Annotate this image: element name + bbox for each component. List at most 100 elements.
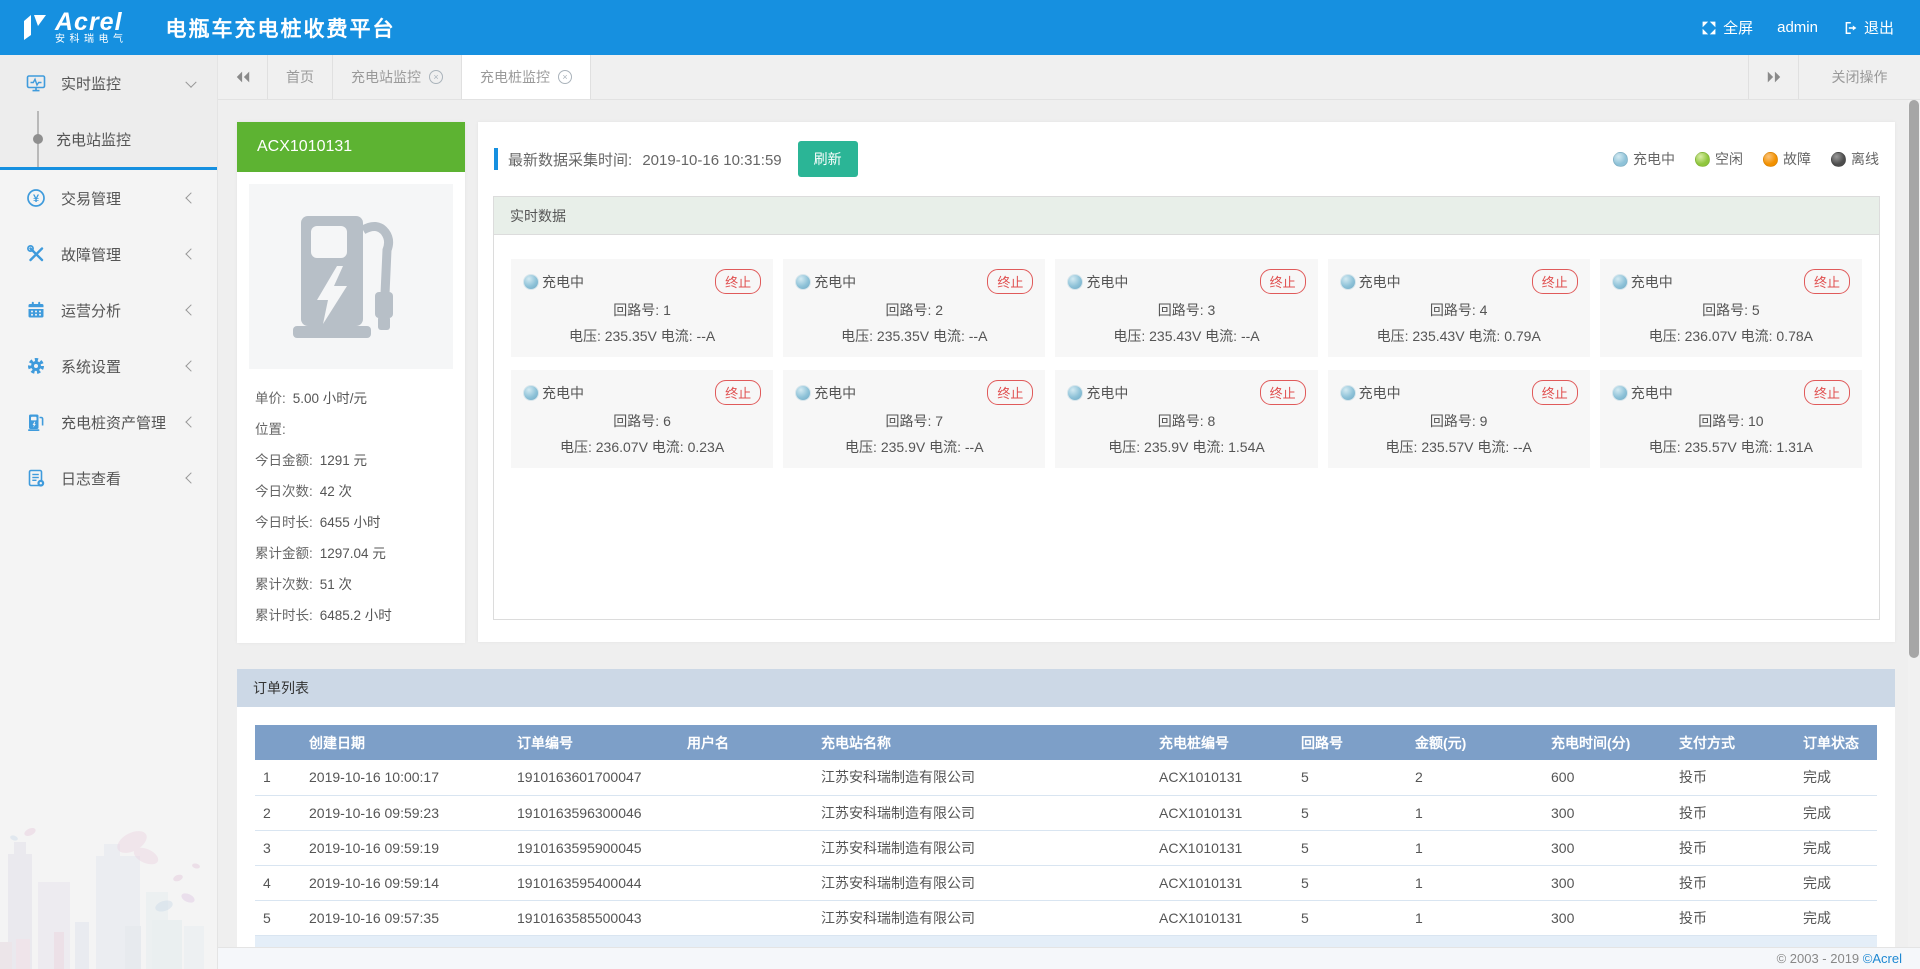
circuit-card-7: 充电中终止回路号: 7电压: 235.9V 电流: --A: [783, 370, 1045, 468]
circuit-voltage-current: 电压: 235.9V 电流: 1.54A: [1067, 437, 1305, 457]
sidebar-item-label: 系统设置: [61, 356, 121, 377]
logout-icon: [1842, 20, 1858, 36]
circuit-voltage-current: 电压: 235.35V 电流: --A: [795, 326, 1033, 346]
tabs-scroll-right-button[interactable]: [1748, 55, 1798, 99]
status-orb-icon: [1613, 152, 1628, 167]
close-operations-button[interactable]: 关闭操作: [1798, 55, 1920, 99]
tabs-scroll-left-button[interactable]: [218, 55, 268, 99]
tab-close-icon[interactable]: ×: [558, 70, 572, 84]
circuit-number: 回路号: 1: [523, 300, 761, 320]
user-menu[interactable]: admin: [1777, 19, 1818, 36]
table-cell: 投币: [1671, 760, 1795, 795]
stop-charging-button[interactable]: 终止: [1260, 269, 1306, 294]
charging-status-orb-icon: [523, 274, 539, 290]
sidebar-item-故障管理[interactable]: 故障管理: [0, 226, 217, 282]
tab-3[interactable]: 充电桩监控×: [462, 55, 591, 99]
tab-close-icon[interactable]: ×: [429, 70, 443, 84]
sidebar-item-运营分析[interactable]: 运营分析: [0, 282, 217, 338]
sidebar-item-系统设置[interactable]: 系统设置: [0, 338, 217, 394]
table-cell: 300: [1543, 830, 1671, 865]
stop-charging-button[interactable]: 终止: [1260, 380, 1306, 405]
stop-charging-button[interactable]: 终止: [987, 269, 1033, 294]
circuit-card-top: 充电中 终止: [1340, 269, 1578, 294]
circuit-card-top: 充电中终止: [795, 269, 1033, 294]
station-stat-line: 累计时长:6485.2 小时: [255, 598, 447, 629]
orders-column-header: 订单状态: [1795, 725, 1877, 760]
sidebar-item-交易管理[interactable]: ¥交易管理: [0, 170, 217, 226]
table-row: 22019-10-16 09:59:231910163596300046江苏安科…: [255, 795, 1877, 830]
orders-column-header: [255, 725, 301, 760]
double-chevron-right-icon: [1766, 70, 1782, 84]
scrollbar-thumb[interactable]: [1909, 100, 1919, 658]
circuit-card-8: 充电中终止回路号: 8电压: 235.9V 电流: 1.54A: [1055, 370, 1317, 468]
stop-charging-button[interactable]: 终止: [987, 380, 1033, 405]
acrel-footer-link[interactable]: ©Acrel: [1863, 951, 1902, 966]
table-cell: 1: [1407, 900, 1543, 935]
svg-text:¥: ¥: [33, 193, 40, 205]
stop-charging-button[interactable]: 终止: [1804, 269, 1850, 294]
tab-2[interactable]: 充电站监控×: [333, 55, 462, 99]
circuit-number: 回路号: 2: [795, 300, 1033, 320]
logout-label: 退出: [1864, 17, 1894, 38]
tab-1[interactable]: 首页: [268, 55, 333, 99]
table-cell: 完成: [1795, 900, 1877, 935]
fullscreen-button[interactable]: 全屏: [1701, 17, 1753, 38]
legend-item-故障: 故障: [1763, 149, 1811, 169]
refresh-button[interactable]: 刷新: [798, 141, 858, 177]
table-cell: 1910163595900045: [509, 830, 679, 865]
orders-column-header: 充电桩编号: [1151, 725, 1293, 760]
stop-charging-button[interactable]: 终止: [1532, 269, 1578, 294]
chevron-collapsed-icon: [185, 304, 196, 315]
table-cell: 5: [1293, 900, 1407, 935]
subitem-dot: [33, 134, 43, 144]
table-cell: 5: [1293, 830, 1407, 865]
station-id: ACX1010131: [237, 122, 465, 172]
table-cell: 5: [1293, 795, 1407, 830]
table-cell: 5: [1293, 865, 1407, 900]
logout-button[interactable]: 退出: [1842, 17, 1894, 38]
legend-label: 充电中: [1633, 149, 1675, 169]
vertical-scrollbar[interactable]: [1908, 100, 1920, 947]
charging-station-icon: [287, 208, 415, 346]
sidebar-item-充电桩资产管理[interactable]: 充电桩资产管理: [0, 394, 217, 450]
station-stat-line: 今日次数:42 次: [255, 474, 447, 505]
stop-charging-button[interactable]: 终止: [715, 269, 761, 294]
legend-item-充电中: 充电中: [1613, 149, 1675, 169]
table-cell: 4: [255, 865, 301, 900]
orders-table: 创建日期订单编号用户名充电站名称充电桩编号回路号金额(元)充电时间(分)支付方式…: [255, 725, 1877, 936]
sidebar-subitem-充电站监控[interactable]: 充电站监控: [0, 111, 217, 167]
stop-charging-button[interactable]: 终止: [715, 380, 761, 405]
circuit-card-10: 充电中终止回路号: 10电压: 235.57V 电流: 1.31A: [1600, 370, 1862, 468]
circuit-card-4: 充电中终止回路号: 4电压: 235.43V 电流: 0.79A: [1328, 259, 1590, 357]
stop-charging-button[interactable]: 终止: [1532, 380, 1578, 405]
table-cell: 2019-10-16 09:59:23: [301, 795, 509, 830]
stop-charging-button[interactable]: 终止: [1804, 380, 1850, 405]
tab-label: 首页: [286, 67, 314, 87]
stat-label: 累计金额:: [255, 542, 313, 562]
legend-label: 离线: [1851, 149, 1879, 169]
table-cell: 300: [1543, 795, 1671, 830]
sidebar-item-日志查看[interactable]: 日志查看: [0, 450, 217, 506]
legend-item-空闲: 空闲: [1695, 149, 1743, 169]
table-cell: 2: [1407, 760, 1543, 795]
table-row: 42019-10-16 09:59:141910163595400044江苏安科…: [255, 865, 1877, 900]
circuit-status-label: 充电中: [1359, 272, 1401, 292]
circuit-voltage-current: 电压: 235.57V 电流: 1.31A: [1612, 437, 1850, 457]
stat-label: 今日金额:: [255, 449, 313, 469]
legend-label: 空闲: [1715, 149, 1743, 169]
stat-label: 累计时长:: [255, 604, 313, 624]
sidebar-item-实时监控[interactable]: 实时监控: [0, 55, 217, 111]
stat-value: 5.00 小时/元: [293, 387, 367, 407]
table-cell: 投币: [1671, 900, 1795, 935]
charging-status-orb-icon: [1340, 385, 1356, 401]
stat-value: 1297.04 元: [320, 542, 386, 562]
transaction-icon: ¥: [26, 188, 46, 208]
table-cell: 3: [255, 830, 301, 865]
chevron-collapsed-icon: [185, 248, 196, 259]
table-cell: 2019-10-16 09:59:14: [301, 865, 509, 900]
table-cell: 1: [255, 760, 301, 795]
table-cell: 2: [255, 795, 301, 830]
city-skyline-watermark: [0, 794, 218, 969]
accent-bar: [494, 148, 498, 170]
circuit-voltage-current: 电压: 236.07V 电流: 0.78A: [1612, 326, 1850, 346]
